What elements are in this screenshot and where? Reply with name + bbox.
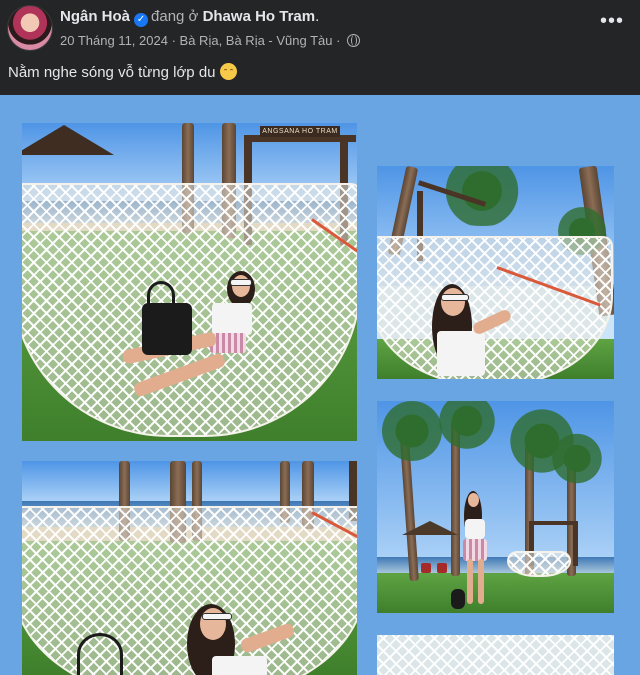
post-title-line: Ngân Hoà ✓ đang ở Dhawa Ho Tram. — [60, 8, 319, 27]
post-date[interactable]: 20 Tháng 11, 2024 — [60, 33, 168, 48]
photo-gallery: ANGSANA HO TRAM — [0, 95, 640, 675]
resort-sign: ANGSANA HO TRAM — [260, 126, 340, 137]
photo-5[interactable] — [377, 635, 614, 675]
checkin-verb: đang ở — [151, 8, 199, 25]
place-suffix: . — [315, 8, 320, 25]
globe-icon — [347, 34, 361, 47]
post-meta: 20 Tháng 11, 2024 · Bà Rịa, Bà Rịa - Vũn… — [60, 33, 361, 48]
author-name[interactable]: Ngân Hoà — [60, 8, 130, 25]
photo-2[interactable] — [377, 166, 614, 379]
checkin-place[interactable]: Dhawa Ho Tram — [203, 8, 316, 25]
meta-separator: · — [171, 33, 176, 48]
post-header: Ngân Hoà ✓ đang ở Dhawa Ho Tram. 20 Tháng … — [0, 0, 640, 95]
post-caption: Nằm nghe sóng vỗ từng lớp du — [8, 63, 237, 81]
photo-4[interactable] — [377, 401, 614, 613]
more-options-button[interactable]: ••• — [600, 10, 624, 33]
photo-1[interactable]: ANGSANA HO TRAM — [22, 123, 357, 441]
post-location[interactable]: Bà Rịa, Bà Rịa - Vũng Tàu — [180, 33, 333, 48]
smiling-face-emoji-icon — [219, 63, 237, 80]
meta-separator-2: · — [336, 33, 341, 48]
verified-badge-icon: ✓ — [134, 13, 149, 27]
avatar[interactable] — [8, 6, 52, 50]
caption-text: Nằm nghe sóng vỗ từng lớp du — [8, 64, 216, 81]
photo-3[interactable] — [22, 461, 357, 675]
